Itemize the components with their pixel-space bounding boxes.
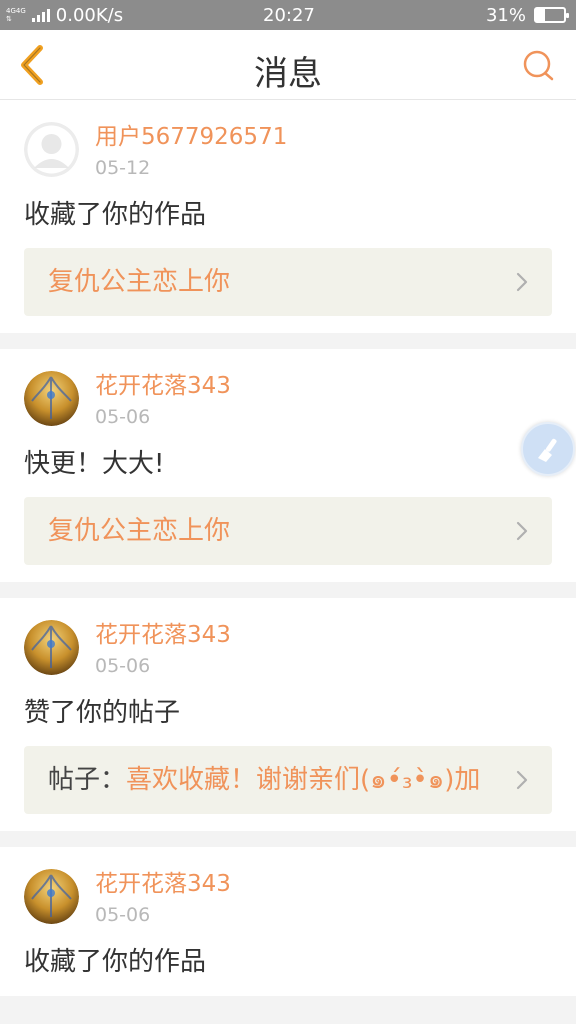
message-date: 05-06 (95, 904, 151, 926)
username[interactable]: 花开花落343 (95, 371, 231, 401)
flower-avatar-icon (24, 620, 79, 675)
ref-title: 复仇公主恋上你 (48, 267, 231, 297)
battery-icon (534, 7, 569, 23)
message-card: 花开花落343 05-06 赞了你的帖子 帖子：喜欢收藏！谢谢亲们(๑•́₃•̀… (0, 598, 576, 831)
chevron-right-icon (516, 521, 528, 541)
ref-prefix: 帖子： (48, 765, 127, 795)
signal-icon (31, 8, 50, 22)
page-title: 消息 (254, 54, 322, 94)
message-header: 花开花落343 05-06 (24, 371, 552, 431)
chevron-right-icon (516, 272, 528, 292)
app-header: 消息 (0, 30, 576, 100)
battery-percent: 31% (485, 4, 526, 26)
default-avatar-icon (24, 122, 79, 177)
message-card: 花开花落343 05-06 快更！大大! 复仇公主恋上你 (0, 349, 576, 582)
message-header: 花开花落343 05-06 (24, 869, 552, 929)
status-right: 31% (485, 4, 569, 26)
search-button[interactable] (514, 42, 562, 88)
message-text: 赞了你的帖子 (24, 698, 181, 728)
referenced-item[interactable]: 复仇公主恋上你 (24, 497, 552, 565)
message-meta: 花开花落343 05-06 (95, 620, 231, 680)
message-date: 05-12 (95, 157, 151, 179)
message-meta: 花开花落343 05-06 (95, 869, 231, 929)
username[interactable]: 用户5677926571 (95, 122, 287, 152)
message-date: 05-06 (95, 655, 151, 677)
ref-title: 复仇公主恋上你 (48, 516, 231, 546)
avatar[interactable] (24, 371, 79, 426)
referenced-item[interactable]: 复仇公主恋上你 (24, 248, 552, 316)
referenced-item[interactable]: 帖子：喜欢收藏！谢谢亲们(๑•́₃•̀๑)加 (24, 746, 552, 814)
message-text: 收藏了你的作品 (24, 200, 207, 230)
network-speed: 0.00K/s (55, 4, 124, 26)
status-left: 4G4G ⇅ 0.00K/s (6, 5, 123, 26)
flower-avatar-icon (24, 869, 79, 924)
message-date: 05-06 (95, 406, 151, 428)
message-card: 用户5677926571 05-12 收藏了你的作品 复仇公主恋上你 (0, 100, 576, 333)
avatar[interactable] (24, 869, 79, 924)
ref-title: 喜欢收藏！谢谢亲们(๑•́₃•̀๑)加 (126, 765, 481, 795)
flower-avatar-icon (24, 371, 79, 426)
floating-assist-button[interactable] (521, 422, 575, 476)
chevron-right-icon (516, 770, 528, 790)
avatar[interactable] (24, 122, 79, 177)
message-text: 收藏了你的作品 (24, 947, 207, 977)
message-meta: 用户5677926571 05-12 (95, 122, 287, 182)
username[interactable]: 花开花落343 (95, 620, 231, 650)
avatar[interactable] (24, 620, 79, 675)
message-text: 快更！大大! (24, 449, 165, 479)
message-card: 花开花落343 05-06 收藏了你的作品 (0, 847, 576, 996)
broom-icon (538, 438, 557, 462)
message-header: 花开花落343 05-06 (24, 620, 552, 680)
message-feed: 用户5677926571 05-12 收藏了你的作品 复仇公主恋上你 花开花落3… (0, 100, 576, 1012)
username[interactable]: 花开花落343 (95, 869, 231, 899)
message-meta: 花开花落343 05-06 (95, 371, 231, 431)
network-type: 4G4G ⇅ (6, 7, 26, 23)
clock: 20:27 (263, 4, 315, 26)
status-bar: 4G4G ⇅ 0.00K/s 20:27 31% (0, 0, 576, 30)
search-icon (523, 50, 554, 81)
message-header: 用户5677926571 05-12 (24, 122, 552, 182)
